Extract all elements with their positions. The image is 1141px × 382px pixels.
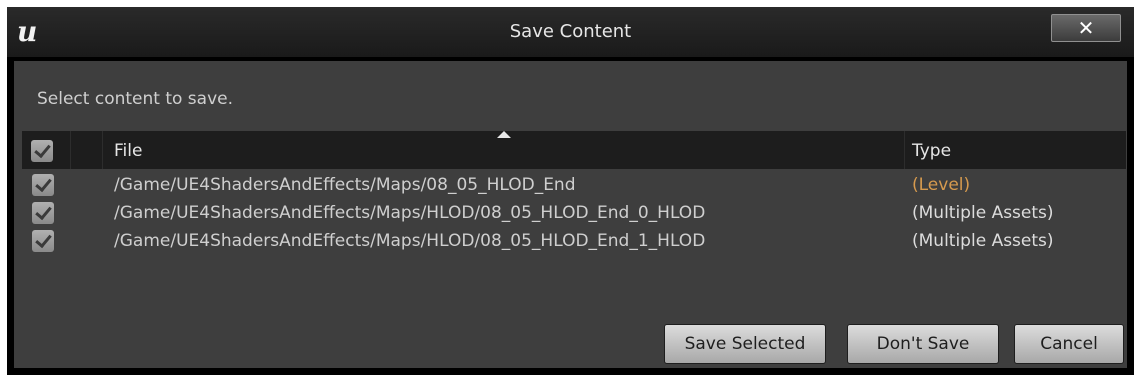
column-separator	[70, 131, 71, 169]
column-header-file[interactable]: File	[114, 131, 142, 169]
file-path: /Game/UE4ShadersAndEffects/Maps/08_05_HL…	[114, 175, 576, 195]
table-row[interactable]: /Game/UE4ShadersAndEffects/Maps/08_05_HL…	[22, 171, 1126, 199]
table-row[interactable]: /Game/UE4ShadersAndEffects/Maps/HLOD/08_…	[22, 227, 1126, 255]
column-separator	[102, 131, 103, 169]
asset-type: (Multiple Assets)	[912, 231, 1054, 251]
dialog-title: Save Content	[509, 21, 632, 42]
prompt-text: Select content to save.	[37, 89, 234, 109]
close-icon: ✕	[1077, 16, 1095, 40]
row-checkbox[interactable]	[32, 174, 54, 196]
file-path: /Game/UE4ShadersAndEffects/Maps/HLOD/08_…	[114, 203, 706, 223]
save-selected-button[interactable]: Save Selected	[664, 324, 826, 364]
asset-type: (Level)	[912, 175, 971, 195]
cancel-button[interactable]: Cancel	[1014, 324, 1124, 364]
title-bar[interactable]: u Save Content ✕	[7, 7, 1134, 57]
dialog-body: Select content to save. File Type /Game/…	[14, 61, 1127, 368]
close-button[interactable]: ✕	[1051, 14, 1121, 42]
column-separator[interactable]	[904, 131, 905, 169]
save-content-dialog: u Save Content ✕ Select content to save.…	[7, 7, 1134, 375]
table-row[interactable]: /Game/UE4ShadersAndEffects/Maps/HLOD/08_…	[22, 199, 1126, 227]
row-checkbox[interactable]	[32, 202, 54, 224]
dont-save-button[interactable]: Don't Save	[847, 324, 999, 364]
sort-ascending-icon[interactable]	[497, 131, 511, 138]
file-path: /Game/UE4ShadersAndEffects/Maps/HLOD/08_…	[114, 231, 706, 251]
row-checkbox[interactable]	[32, 230, 54, 252]
select-all-checkbox[interactable]	[31, 140, 53, 162]
table-header: File Type	[22, 131, 1126, 169]
column-header-type[interactable]: Type	[912, 131, 951, 169]
asset-type: (Multiple Assets)	[912, 203, 1054, 223]
